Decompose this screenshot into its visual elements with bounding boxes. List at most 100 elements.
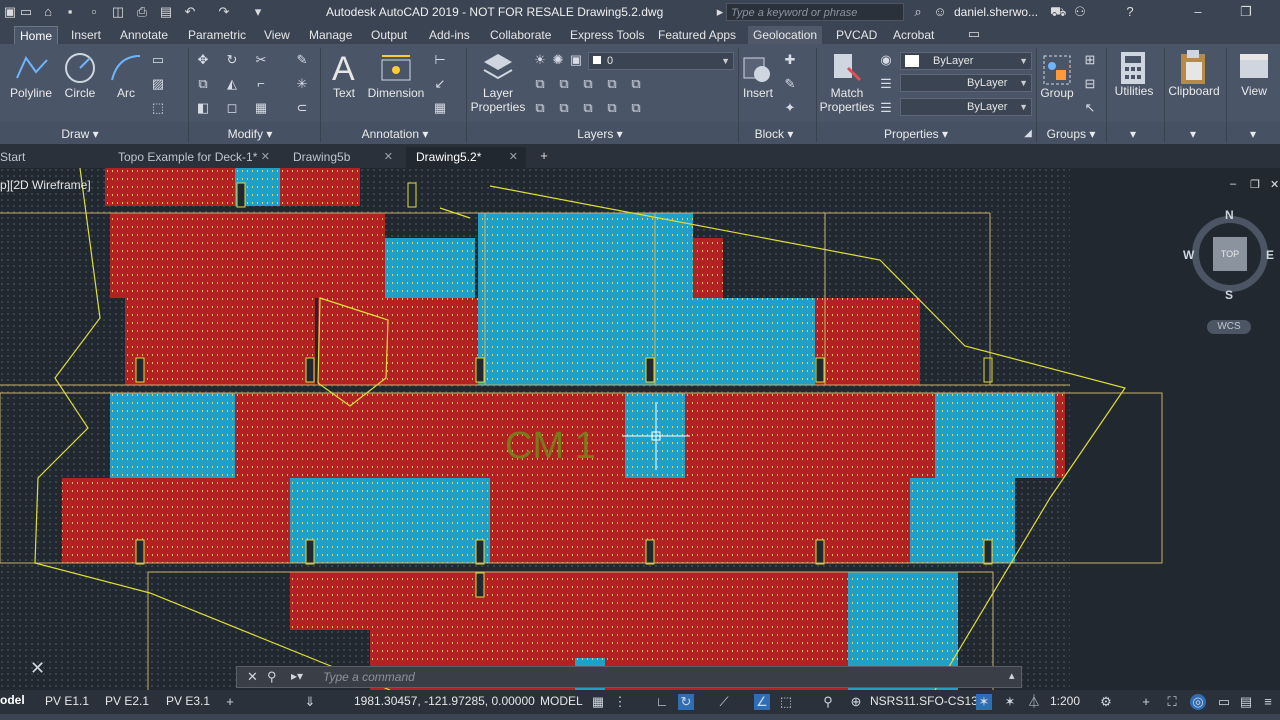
file-tab-drawing5b[interactable]: Drawing5b ✕ xyxy=(283,147,401,168)
ribbon-minimize-icon[interactable]: ▭ xyxy=(966,26,982,42)
move-icon[interactable]: ✥ xyxy=(195,52,211,68)
viewport-minimize-icon[interactable]: – xyxy=(1230,178,1236,190)
tab-collaborate[interactable]: Collaborate xyxy=(485,26,556,44)
view-button[interactable]: View xyxy=(1236,84,1272,98)
viewport-restore-icon[interactable]: ❐ xyxy=(1250,178,1260,191)
layers-panel-title[interactable]: Layers ▾ xyxy=(560,124,640,144)
binoculars-icon[interactable]: ⌕ xyxy=(910,4,926,20)
tab-output[interactable]: Output xyxy=(366,26,412,44)
layer-unisolate-icon[interactable]: ⧉ xyxy=(532,100,548,116)
annotation-scale[interactable]: 1:200 xyxy=(1050,694,1080,708)
minimize-icon[interactable]: – xyxy=(1190,4,1206,20)
viewport-close-icon[interactable]: ✕ xyxy=(1270,178,1279,191)
compass-n-label[interactable]: N xyxy=(1225,208,1234,222)
trim-icon[interactable]: ✂ xyxy=(253,52,269,68)
command-line[interactable]: ✕ ⚲ ▸▾ Type a command ▴ xyxy=(236,666,1022,688)
isolate-objects-icon[interactable]: ⛶ xyxy=(1164,694,1180,710)
layer-off-icon[interactable]: ⧉ xyxy=(580,76,596,92)
help-icon[interactable]: ? xyxy=(1122,4,1138,20)
layer-sun-icon[interactable]: ✺ xyxy=(550,52,566,68)
viewcube-top-face[interactable]: TOP xyxy=(1213,237,1247,271)
workspace-gear-icon[interactable]: ⚙ xyxy=(1098,694,1114,710)
tab-annotate[interactable]: Annotate xyxy=(115,26,173,44)
clean-screen-icon[interactable]: ▭ xyxy=(1216,694,1232,710)
plot-icon[interactable]: ⎙ xyxy=(134,4,150,20)
erase-icon[interactable]: ✎ xyxy=(294,52,310,68)
match-properties-icon[interactable] xyxy=(830,50,864,84)
draw-panel-title[interactable]: Draw ▾ xyxy=(40,124,120,144)
globe-icon[interactable]: ⊕ xyxy=(848,694,864,710)
compass-e-label[interactable]: E xyxy=(1266,248,1274,262)
new-file-icon[interactable]: ▭ xyxy=(18,4,34,20)
circle-button[interactable]: Circle xyxy=(58,86,102,100)
copy-icon[interactable]: ⧉ xyxy=(195,76,211,92)
close-icon[interactable]: ✕ xyxy=(384,147,393,167)
color-dropdown[interactable]: ByLayer ▼ xyxy=(900,52,1032,70)
text-button[interactable]: Text xyxy=(326,86,362,100)
search-input[interactable]: Type a keyword or phrase xyxy=(726,3,904,21)
tab-insert[interactable]: Insert xyxy=(66,26,106,44)
layer-freeze-icon[interactable]: ⧉ xyxy=(604,76,620,92)
view-icon[interactable] xyxy=(1238,52,1270,82)
clipboard-icon[interactable] xyxy=(1178,48,1208,86)
location-pin-icon[interactable]: ⚲ xyxy=(820,694,836,710)
osnap-icon[interactable]: ⬚ xyxy=(778,694,794,710)
tab-featured-apps[interactable]: Featured Apps xyxy=(653,26,741,44)
fillet-icon[interactable]: ⌐ xyxy=(253,76,269,92)
coordinates-readout[interactable]: 1981.30457, -121.97285, 0.00000 xyxy=(354,694,535,708)
properties-launcher-icon[interactable]: ◢ xyxy=(1020,126,1036,142)
view-label[interactable]: p][2D Wireframe] xyxy=(0,178,91,192)
quick-properties-icon[interactable]: ▤ xyxy=(1238,694,1254,710)
cmd-close-icon[interactable]: ✕ xyxy=(247,669,258,685)
compass-s-label[interactable]: S xyxy=(1225,288,1233,302)
rectangle-icon[interactable]: ▭ xyxy=(150,52,166,68)
groups-panel-title[interactable]: Groups ▾ xyxy=(1040,124,1102,144)
grid-icon[interactable]: ▦ xyxy=(590,694,606,710)
add-layout-icon[interactable]: + xyxy=(222,694,238,710)
layer-state-icon[interactable]: ⧉ xyxy=(532,76,548,92)
restore-icon[interactable]: ❐ xyxy=(1238,4,1254,20)
user-icon[interactable]: ☺ xyxy=(932,4,948,20)
cmd-customize-icon[interactable]: ⚲ xyxy=(267,669,277,685)
open-file-icon[interactable]: ⌂ xyxy=(40,4,56,20)
linetype-icon[interactable]: ☰ xyxy=(878,100,894,116)
cart-icon[interactable]: ⛟ xyxy=(1050,4,1066,20)
layer-thaw-icon[interactable]: ⧉ xyxy=(556,100,572,116)
properties-panel-title[interactable]: Properties ▾ xyxy=(876,124,956,144)
mirror-icon[interactable]: ◭ xyxy=(224,76,240,92)
drawing-canvas[interactable]: CM 1 xyxy=(0,168,1280,690)
utilities-button[interactable]: Utilities xyxy=(1108,84,1160,98)
layer-properties-button[interactable]: Layer Properties xyxy=(470,86,526,114)
polyline-icon[interactable] xyxy=(14,50,50,86)
file-tab-topo-example[interactable]: Topo Example for Deck-1* ✕ xyxy=(108,147,278,168)
group-icon[interactable] xyxy=(1042,54,1072,86)
annotation-scale-icon[interactable]: ⏃ xyxy=(1026,694,1042,710)
file-tab-start[interactable]: Start xyxy=(0,147,100,168)
arc-icon[interactable] xyxy=(108,50,144,86)
arc-button[interactable]: Arc xyxy=(108,86,144,100)
app-menu-icon[interactable]: ▣ xyxy=(2,4,18,20)
lineweight-icon[interactable]: ☰ xyxy=(878,76,894,92)
insert-button[interactable]: Insert xyxy=(740,86,776,100)
layer-lock-icon[interactable]: ▣ xyxy=(568,52,584,68)
polyline-button[interactable]: Polyline xyxy=(8,86,54,100)
hardware-acceleration-icon[interactable]: ◎ xyxy=(1190,694,1206,710)
mleader-icon[interactable]: ↙ xyxy=(432,76,448,92)
region-icon[interactable]: ⬚ xyxy=(150,100,166,116)
user-name[interactable]: daniel.sherwo... xyxy=(954,5,1038,19)
save-icon[interactable]: ▪ xyxy=(62,4,78,20)
tab-parametric[interactable]: Parametric xyxy=(183,26,251,44)
undo-icon[interactable]: ↶ xyxy=(182,4,198,20)
customize-qa-icon[interactable]: ▾ xyxy=(250,4,266,20)
clipboard-button[interactable]: Clipboard xyxy=(1166,84,1222,98)
tab-geolocation[interactable]: Geolocation xyxy=(748,26,823,44)
add-icon[interactable]: + xyxy=(1138,694,1154,710)
ortho-icon[interactable]: ∟ xyxy=(654,694,670,710)
edit-block-icon[interactable]: ✎ xyxy=(782,76,798,92)
clipboard-dropdown-icon[interactable]: ▾ xyxy=(1180,124,1206,144)
command-input[interactable]: Type a command xyxy=(323,670,415,684)
rotate-icon[interactable]: ↻ xyxy=(224,52,240,68)
text-icon[interactable]: A xyxy=(328,48,360,86)
array-icon[interactable]: ▦ xyxy=(253,100,269,116)
tab-manage[interactable]: Manage xyxy=(304,26,357,44)
